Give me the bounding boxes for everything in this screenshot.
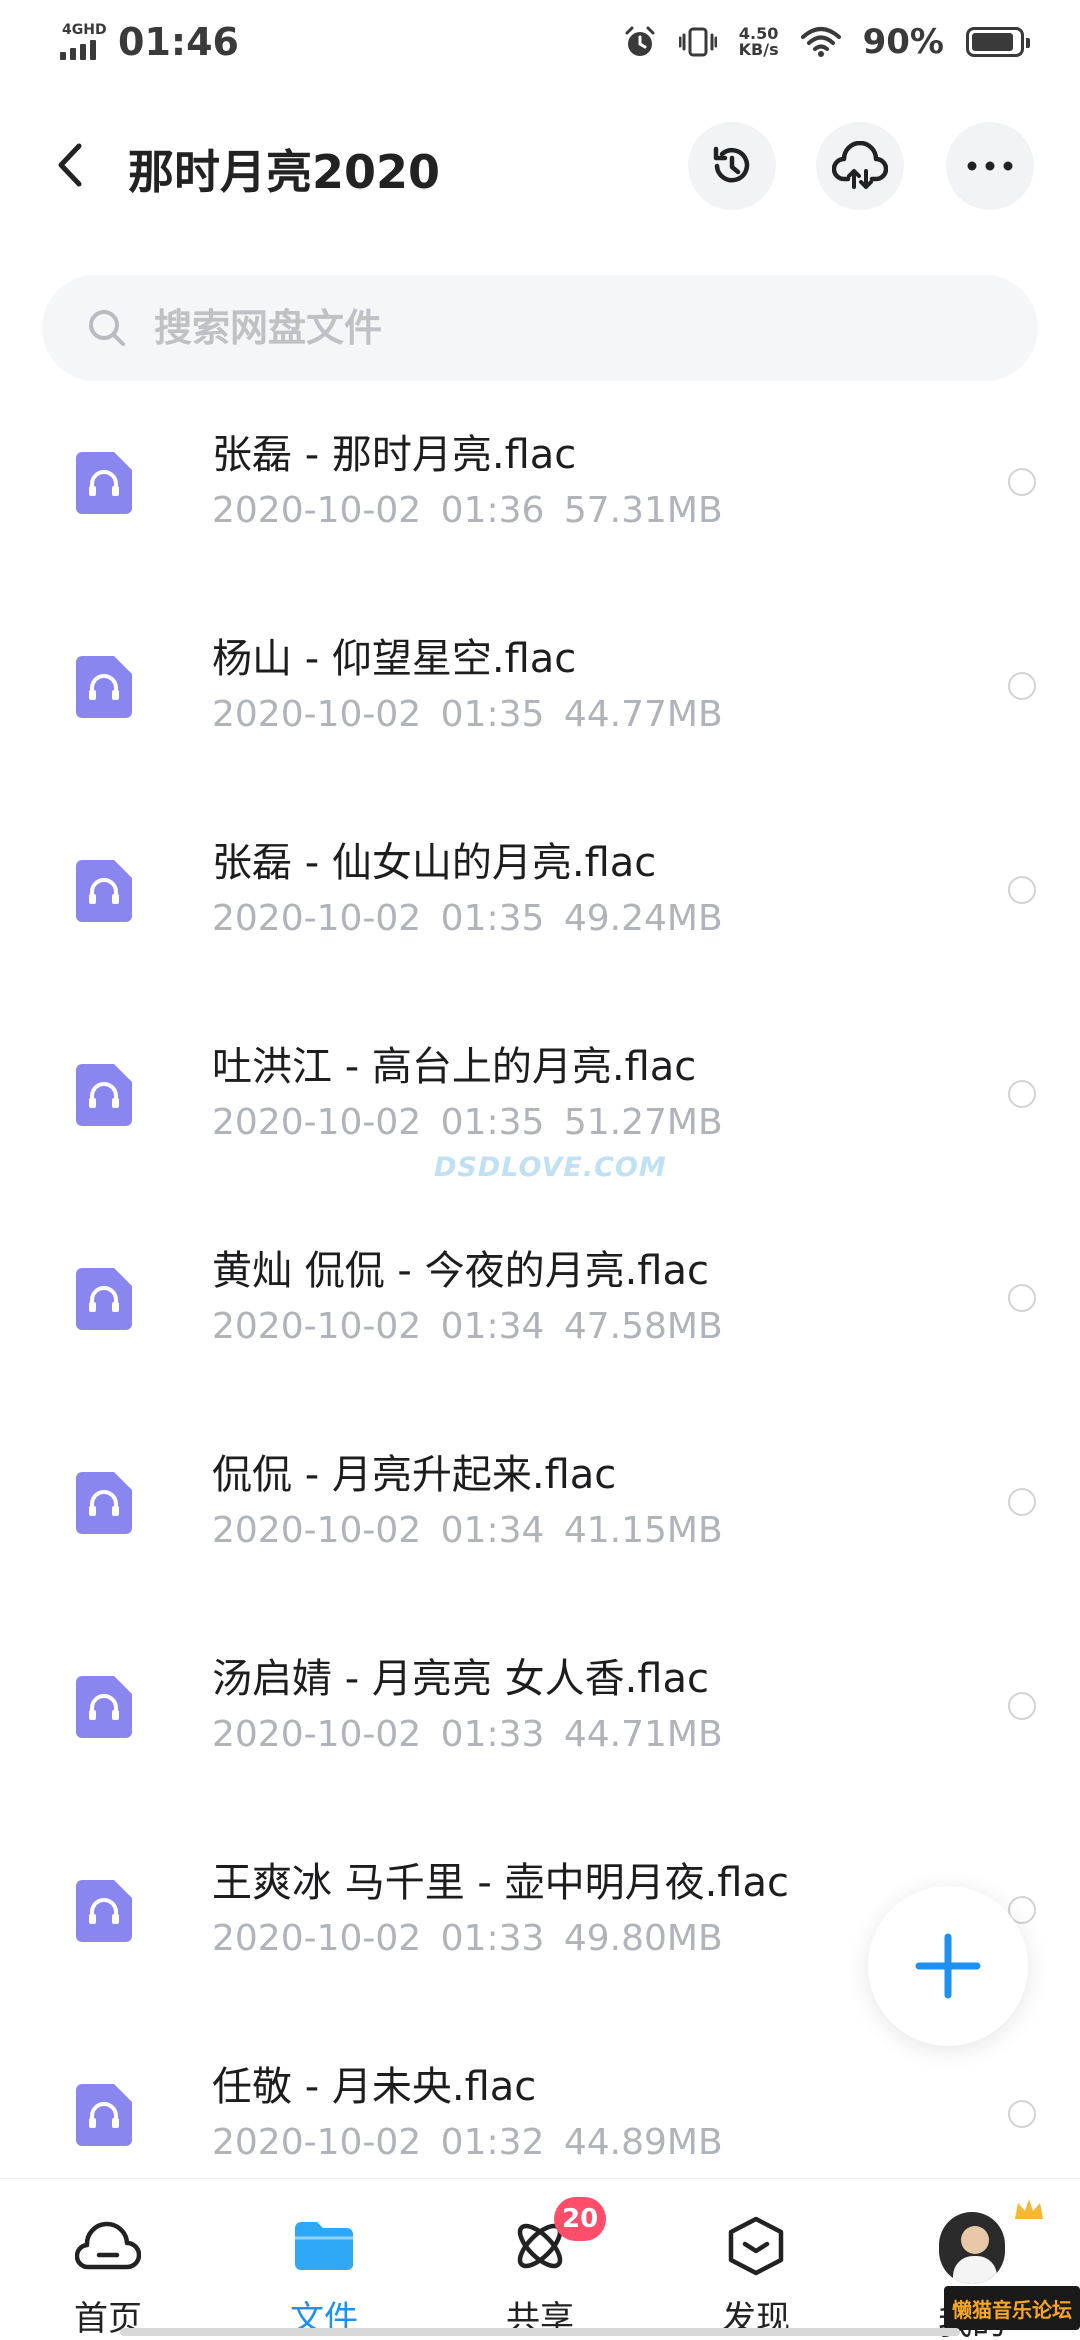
vibrate-icon xyxy=(678,27,717,57)
file-meta: 2020-10-02 01:34 41.15MB xyxy=(212,1510,723,1551)
file-meta: 2020-10-02 01:33 49.80MB xyxy=(212,1918,723,1959)
file-row[interactable]: 侃侃 - 月亮升起来.flac 2020-10-02 01:34 41.15MB xyxy=(0,1420,1080,1624)
file-select-checkbox[interactable] xyxy=(1008,1284,1036,1312)
home-indicator xyxy=(120,2328,960,2336)
cloud-upload-icon xyxy=(832,141,888,189)
file-name: 汤启婧 - 月亮亮 女人香.flac xyxy=(212,1656,709,1702)
history-icon xyxy=(713,146,750,183)
more-icon xyxy=(967,161,1013,171)
audio-file-icon xyxy=(76,860,132,922)
more-button[interactable] xyxy=(946,122,1034,210)
search-icon xyxy=(89,310,125,346)
file-name: 王爽冰 马千里 - 壶中明月夜.flac xyxy=(212,1860,789,1906)
forum-watermark: 懒猫音乐论坛 xyxy=(944,2286,1080,2330)
share-badge: 20 xyxy=(554,2197,607,2241)
status-time: 01:46 xyxy=(118,20,239,64)
file-select-checkbox[interactable] xyxy=(1008,2100,1036,2128)
nav-discover[interactable]: 发现 xyxy=(648,2179,864,2340)
file-select-checkbox[interactable] xyxy=(1008,468,1036,496)
status-bar: 4GHD 01:46 4.50 KB/s 90% xyxy=(0,0,1080,84)
cloud-home-icon xyxy=(75,2221,141,2270)
audio-file-icon xyxy=(76,452,132,514)
file-name: 黄灿 侃侃 - 今夜的月亮.flac xyxy=(212,1248,709,1294)
file-row[interactable]: 杨山 - 仰望星空.flac 2020-10-02 01:35 44.77MB xyxy=(0,604,1080,808)
discover-box-icon xyxy=(728,2216,784,2276)
file-row[interactable]: 黄灿 侃侃 - 今夜的月亮.flac 2020-10-02 01:34 47.58… xyxy=(0,1216,1080,1420)
network-type: 4GHD xyxy=(62,22,107,38)
file-meta: 2020-10-02 01:36 57.31MB xyxy=(212,490,723,531)
alarm-icon xyxy=(625,26,655,56)
audio-file-icon xyxy=(76,1268,132,1330)
cellular-signal-icon: 4GHD xyxy=(60,22,107,62)
audio-file-icon xyxy=(76,1064,132,1126)
header: 那时月亮2020 xyxy=(0,100,1080,230)
crown-icon xyxy=(1015,2199,1043,2219)
speed-unit: KB/s xyxy=(738,40,779,59)
file-name: 吐洪江 - 高台上的月亮.flac xyxy=(212,1044,697,1090)
audio-file-icon xyxy=(76,656,132,718)
file-row[interactable]: 汤启婧 - 月亮亮 女人香.flac 2020-10-02 01:33 44.71… xyxy=(0,1624,1080,1828)
page-title: 那时月亮2020 xyxy=(128,145,441,199)
file-name: 张磊 - 仙女山的月亮.flac xyxy=(212,840,657,886)
file-name: 侃侃 - 月亮升起来.flac xyxy=(212,1452,617,1498)
battery-icon xyxy=(966,27,1030,57)
search-bar[interactable] xyxy=(42,275,1038,381)
file-select-checkbox[interactable] xyxy=(1008,672,1036,700)
file-select-checkbox[interactable] xyxy=(1008,1488,1036,1516)
file-meta: 2020-10-02 01:35 51.27MB xyxy=(212,1102,723,1143)
file-select-checkbox[interactable] xyxy=(1008,1692,1036,1720)
nav-share[interactable]: 20 共享 xyxy=(432,2179,648,2340)
nav-files[interactable]: 文件 xyxy=(216,2179,432,2340)
status-indicators: 4.50 KB/s 90% xyxy=(623,18,1030,66)
file-meta: 2020-10-02 01:33 44.71MB xyxy=(212,1714,723,1755)
audio-file-icon xyxy=(76,2084,132,2146)
file-meta: 2020-10-02 01:34 47.58MB xyxy=(212,1306,723,1347)
wifi-icon xyxy=(800,27,841,57)
network-speed: 4.50 KB/s xyxy=(739,26,779,58)
back-arrow-icon xyxy=(58,143,82,187)
battery-percent: 90% xyxy=(862,22,944,62)
avatar xyxy=(939,2212,1005,2284)
file-name: 张磊 - 那时月亮.flac xyxy=(212,432,577,478)
cloud-upload-button[interactable] xyxy=(816,122,904,210)
audio-file-icon xyxy=(76,1676,132,1738)
file-row[interactable]: 吐洪江 - 高台上的月亮.flac 2020-10-02 01:35 51.27M… xyxy=(0,1012,1080,1216)
file-meta: 2020-10-02 01:35 49.24MB xyxy=(212,898,723,939)
file-select-checkbox[interactable] xyxy=(1008,1080,1036,1108)
file-row[interactable]: 张磊 - 那时月亮.flac 2020-10-02 01:36 57.31MB xyxy=(0,400,1080,604)
file-name: 任敬 - 月未央.flac xyxy=(212,2064,537,2110)
file-name: 杨山 - 仰望星空.flac xyxy=(212,636,577,682)
file-meta: 2020-10-02 01:35 44.77MB xyxy=(212,694,723,735)
nav-home[interactable]: 首页 xyxy=(0,2179,216,2340)
audio-file-icon xyxy=(76,1472,132,1534)
file-select-checkbox[interactable] xyxy=(1008,876,1036,904)
search-input[interactable] xyxy=(154,306,954,350)
audio-file-icon xyxy=(76,1880,132,1942)
bottom-nav: 首页 文件 20 共享 发现 懒猫音乐论坛 xyxy=(0,2178,1080,2340)
history-button[interactable] xyxy=(688,122,776,210)
watermark: DSDLOVE.COM xyxy=(434,1152,667,1183)
folder-icon xyxy=(295,2222,353,2271)
file-row[interactable]: 张磊 - 仙女山的月亮.flac 2020-10-02 01:35 49.24MB xyxy=(0,808,1080,1012)
file-meta: 2020-10-02 01:32 44.89MB xyxy=(212,2122,723,2163)
plus-icon xyxy=(915,1933,981,1999)
back-button[interactable] xyxy=(40,130,100,200)
add-button[interactable] xyxy=(868,1886,1028,2046)
